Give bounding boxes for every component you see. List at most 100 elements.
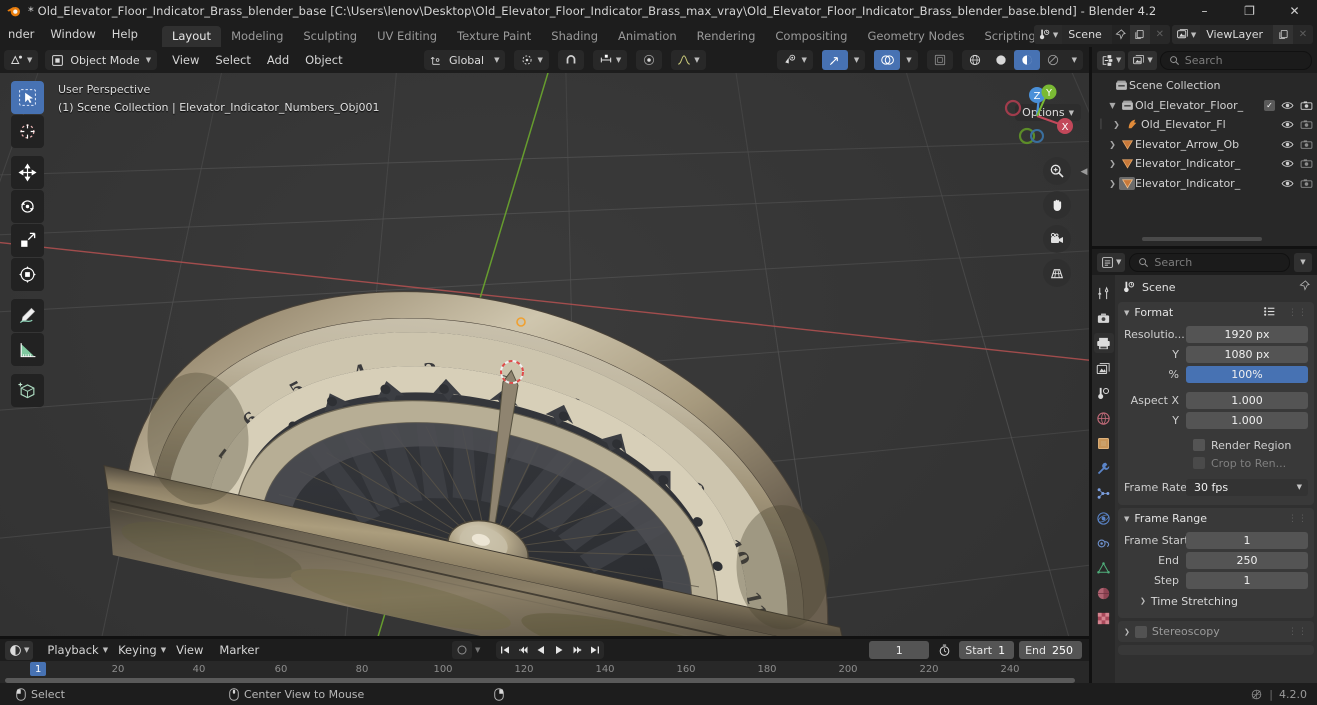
outliner-row-elevator-indicator-2[interactable]: ❯ Elevator_Indicator_: [1092, 174, 1317, 194]
xray-icon[interactable]: [927, 50, 953, 70]
camera-icon[interactable]: [1300, 139, 1313, 150]
timeline-menu-view[interactable]: View: [168, 639, 211, 661]
object-visibility-icon[interactable]: ▼: [777, 50, 812, 70]
properties-editor-type-button[interactable]: ▼: [1097, 252, 1126, 272]
world-tab[interactable]: [1094, 408, 1114, 428]
scale-tool[interactable]: [11, 224, 44, 257]
timeline-menu-keying[interactable]: Keying: [110, 639, 165, 661]
workspace-tab-sculpting[interactable]: Sculpting: [293, 26, 367, 47]
shading-mode-group[interactable]: ▼: [961, 50, 1083, 70]
viewport-menu-select[interactable]: Select: [207, 47, 258, 73]
orientation-caret-icon[interactable]: ▼: [488, 50, 505, 70]
magnet-icon[interactable]: [558, 50, 584, 70]
horizontal-separator-properties[interactable]: [1092, 246, 1317, 249]
outliner-row-elevator-arrow-obj[interactable]: ❯ Elevator_Arrow_Ob: [1092, 135, 1317, 155]
jump-to-next-keyframe-button[interactable]: [568, 641, 586, 659]
gizmo-toggle[interactable]: ▼: [821, 50, 866, 70]
camera-view-icon[interactable]: [1043, 225, 1071, 253]
editor-type-icon[interactable]: ▼: [4, 50, 38, 70]
render-tab[interactable]: [1094, 308, 1114, 328]
format-panel-header[interactable]: ▼ Format ⋮⋮: [1118, 302, 1314, 323]
disclosure-open-icon[interactable]: ▼: [1106, 101, 1119, 110]
eye-icon[interactable]: [1281, 178, 1294, 189]
frame-start-field[interactable]: 1: [1186, 531, 1308, 549]
outliner-search-input[interactable]: Search: [1159, 50, 1312, 70]
panel-expand-icon[interactable]: ▼: [1124, 515, 1129, 523]
workspace-tab-layout[interactable]: Layout: [161, 26, 222, 47]
falloff-selector[interactable]: ▼: [671, 50, 706, 70]
panel-grip-icon[interactable]: ⋮⋮: [1288, 308, 1308, 318]
proportional-editing-toggle[interactable]: [636, 50, 663, 70]
play-button[interactable]: [550, 641, 568, 659]
timeline-scale[interactable]: 1 20 40 60 80 100 120 140 160 180 200 22…: [0, 661, 1089, 683]
transform-orientation-selector[interactable]: Global ▼: [424, 50, 506, 70]
delete-viewlayer-button[interactable]: ✕: [1293, 25, 1313, 44]
stereoscopy-panel-header[interactable]: ❯ Stereoscopy ⋮⋮: [1118, 621, 1314, 642]
disclosure-icon[interactable]: ❯: [1106, 159, 1119, 168]
panel-expand-icon[interactable]: ❯: [1124, 628, 1130, 636]
visibility-selector[interactable]: ▼: [777, 50, 813, 70]
physics-tab[interactable]: [1094, 508, 1114, 528]
eye-icon[interactable]: [1281, 139, 1294, 150]
overlays-icon[interactable]: [874, 50, 901, 70]
crop-to-render-checkbox[interactable]: [1193, 457, 1205, 469]
object-tab[interactable]: [1094, 433, 1114, 453]
resolution-x-field[interactable]: 1920 px: [1186, 325, 1308, 343]
gizmo-caret-icon[interactable]: ▼: [848, 50, 865, 70]
xray-toggle[interactable]: [926, 50, 953, 70]
maximize-button[interactable]: ❐: [1227, 0, 1272, 22]
camera-icon[interactable]: [1300, 178, 1313, 189]
modifier-tab[interactable]: [1094, 458, 1114, 478]
current-frame-field[interactable]: 1: [869, 641, 930, 659]
workspace-tab-animation[interactable]: Animation: [608, 26, 687, 47]
delete-scene-button[interactable]: ✕: [1149, 25, 1170, 44]
perspective-toggle-icon[interactable]: [1043, 259, 1071, 287]
overlays-caret-icon[interactable]: ▼: [900, 50, 917, 70]
disclosure-icon[interactable]: ❯: [1106, 179, 1119, 188]
rendered-shading-icon[interactable]: [1040, 50, 1066, 70]
menu-help[interactable]: Help: [104, 22, 146, 47]
resolution-y-field[interactable]: 1080 px: [1186, 345, 1308, 363]
aspect-x-field[interactable]: 1.000: [1186, 391, 1308, 409]
elevator-floor-indicator-model[interactable]: 7 6 5 4 3 2 1 8 9 10 11: [90, 203, 855, 639]
auto-keying-caret-icon[interactable]: ▼: [475, 646, 480, 654]
interaction-mode-selector[interactable]: Object Mode ▼: [45, 50, 158, 70]
outliner-display-mode-button[interactable]: ▼: [1128, 50, 1157, 70]
aspect-y-field[interactable]: 1.000: [1186, 411, 1308, 429]
workspace-tab-texture-paint[interactable]: Texture Paint: [447, 26, 541, 47]
material-preview-shading-icon[interactable]: [1013, 50, 1040, 70]
panel-expand-icon[interactable]: ▼: [1124, 309, 1129, 317]
workspace-tab-rendering[interactable]: Rendering: [687, 26, 766, 47]
scene-selector[interactable]: ▼ Scene ✕: [1033, 25, 1170, 44]
viewlayer-selector[interactable]: ▼ ViewLayer ✕: [1171, 25, 1313, 44]
shading-caret-icon[interactable]: ▼: [1066, 50, 1083, 70]
panel-grip-icon[interactable]: ⋮⋮: [1288, 514, 1308, 524]
outliner-row-old-elevator-fl[interactable]: │ ❯ Old_Elevator_Fl: [1092, 115, 1317, 135]
workspace-tab-geometry-nodes[interactable]: Geometry Nodes: [857, 26, 974, 47]
pan-hand-icon[interactable]: [1043, 191, 1071, 219]
render-region-checkbox[interactable]: [1193, 439, 1205, 451]
solid-shading-icon[interactable]: [988, 50, 1014, 70]
viewport-menu-object[interactable]: Object: [297, 47, 350, 73]
annotate-tool[interactable]: [11, 299, 44, 332]
outliner-row-scene-collection[interactable]: Scene Collection: [1092, 76, 1317, 96]
outliner-editor-type-button[interactable]: ▼: [1097, 50, 1126, 70]
menu-window[interactable]: Window: [42, 22, 103, 47]
disclosure-icon[interactable]: ❯: [1106, 140, 1119, 149]
render-region-row[interactable]: Render Region: [1124, 436, 1308, 454]
measure-tool[interactable]: [11, 333, 44, 366]
workspace-tab-uv-editing[interactable]: UV Editing: [367, 26, 447, 47]
transform-tool[interactable]: [11, 258, 44, 291]
subpanel-expand-icon[interactable]: ❯: [1140, 597, 1146, 605]
jump-to-end-button[interactable]: [586, 641, 604, 659]
auto-keying-button[interactable]: [452, 641, 472, 659]
exclude-checkbox[interactable]: ✓: [1264, 99, 1275, 111]
stereoscopy-checkbox[interactable]: [1134, 625, 1147, 638]
viewport-menu-view[interactable]: View: [164, 47, 207, 73]
tool-tab[interactable]: [1094, 283, 1114, 303]
eye-icon[interactable]: [1281, 158, 1294, 169]
constraints-tab[interactable]: [1094, 533, 1114, 553]
snap-settings[interactable]: ▼: [592, 50, 628, 70]
frame-end-range-field[interactable]: End 250: [1019, 641, 1082, 659]
frame-rate-dropdown[interactable]: 30 fps ▼: [1186, 478, 1308, 496]
